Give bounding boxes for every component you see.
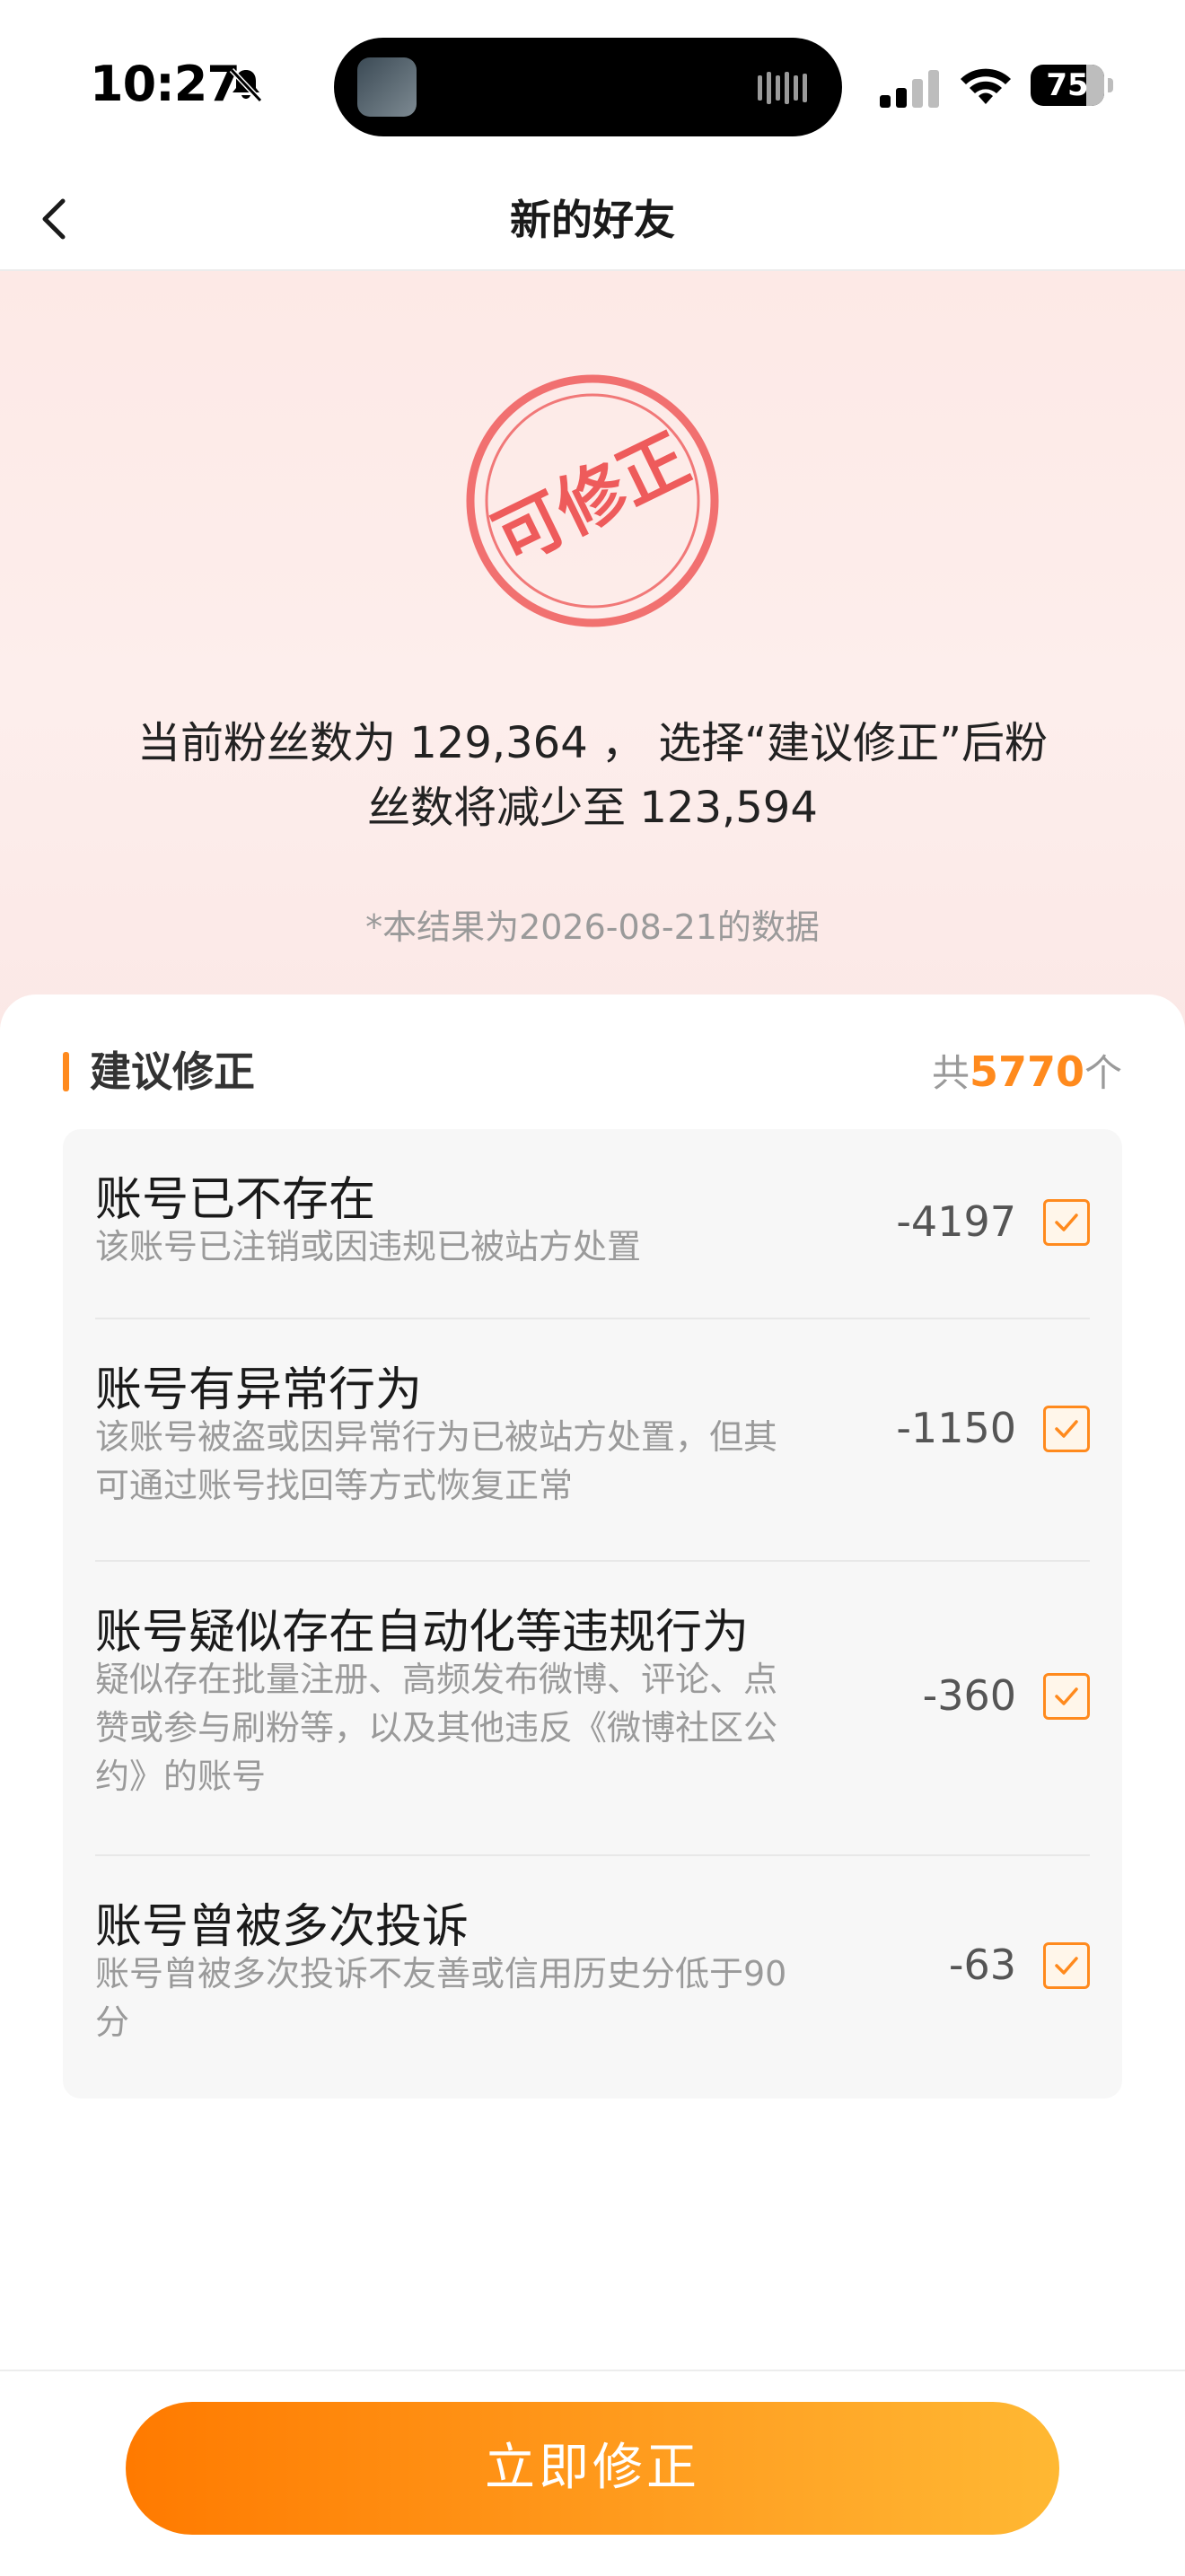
item-description: 该账号被盗或因异常行为已被站方处置，但其 可通过账号找回等方式恢复正常 — [95, 1417, 778, 1505]
follower-summary: 当前粉丝数为 129,364 ， 选择“建议修正”后粉 丝数将减少至 123,5… — [81, 711, 1104, 840]
dynamic-island — [334, 38, 842, 136]
item-count: -1150 — [896, 1404, 1016, 1452]
section-accent-bar — [63, 1052, 69, 1091]
item-count: -360 — [922, 1671, 1016, 1720]
bell-slash-icon — [229, 67, 263, 103]
item-title: 账号有异常行为 — [95, 1363, 423, 1417]
list-item[interactable]: 账号曾被多次投诉 账号曾被多次投诉不友善或信用历史分低于90 分 -63 — [95, 1888, 1090, 2059]
item-checkbox[interactable] — [1043, 1673, 1090, 1720]
item-title: 账号已不存在 — [95, 1173, 376, 1227]
item-title: 账号疑似存在自动化等违规行为 — [95, 1606, 750, 1660]
suggestion-list: 账号已不存在 该账号已注销或因违规已被站方处置 -4197 账号有异常行为 该账… — [63, 1129, 1122, 2098]
fix-now-button[interactable]: 立即修正 — [126, 2402, 1059, 2535]
section-header: 建议修正 共5770个 — [63, 1045, 1122, 1099]
suggestion-card: 建议修正 共5770个 账号已不存在 该账号已注销或因违规已被站方处置 -419… — [0, 994, 1185, 2341]
item-checkbox[interactable] — [1043, 1942, 1090, 1989]
battery-icon: 75 — [1031, 65, 1113, 106]
item-count: -63 — [948, 1941, 1016, 1989]
list-item[interactable]: 账号疑似存在自动化等违规行为 疑似存在批量注册、高频发布微博、评论、点 赞或参与… — [95, 1594, 1090, 1818]
divider — [95, 1854, 1090, 1856]
checkmark-icon — [1055, 1214, 1078, 1231]
data-date-note: *本结果为2026-08-21的数据 — [365, 907, 820, 947]
item-count: -4197 — [896, 1197, 1016, 1246]
total-count: 共5770个 — [932, 1045, 1122, 1100]
summary-line-1: 当前粉丝数为 129,364 ， 选择“建议修正”后粉 — [136, 718, 1048, 768]
audio-waveform-icon — [758, 72, 807, 104]
cellular-signal-icon — [880, 70, 939, 108]
wifi-icon — [961, 68, 1011, 104]
status-bar: 10:27 75 — [0, 0, 1185, 171]
total-suffix: 个 — [1084, 1051, 1122, 1095]
checkmark-icon — [1055, 1687, 1078, 1705]
chevron-left-icon[interactable] — [20, 183, 92, 255]
list-item[interactable]: 账号有异常行为 该账号被盗或因异常行为已被站方处置，但其 可通过账号找回等方式恢… — [95, 1352, 1090, 1522]
item-description: 账号曾被多次投诉不友善或信用历史分低于90 分 — [95, 1954, 787, 2042]
item-checkbox[interactable] — [1043, 1406, 1090, 1452]
total-prefix: 共 — [931, 1051, 970, 1095]
bottom-action-bar: 立即修正 — [0, 2370, 1185, 2576]
status-time: 10:27 — [90, 56, 241, 112]
section-title: 建议修正 — [90, 1047, 255, 1096]
total-number: 5770 — [969, 1047, 1084, 1096]
now-playing-thumbnail — [357, 57, 417, 117]
checkmark-icon — [1055, 1957, 1078, 1975]
divider — [95, 1318, 1090, 1319]
correctable-stamp: 可修正 — [466, 374, 719, 627]
page-title: 新的好友 — [510, 196, 675, 244]
summary-line-2: 丝数将减少至 123,594 — [367, 783, 818, 833]
item-checkbox[interactable] — [1043, 1199, 1090, 1246]
item-title: 账号曾被多次投诉 — [95, 1900, 470, 1954]
item-description: 疑似存在批量注册、高频发布微博、评论、点 赞或参与刷粉等，以及其他违反《微博社区… — [95, 1660, 778, 1796]
battery-percent: 75 — [1046, 67, 1089, 103]
nav-bar: 新的好友 — [0, 171, 1185, 271]
summary-hero: 可修正 当前粉丝数为 129,364 ， 选择“建议修正”后粉 丝数将减少至 1… — [0, 271, 1185, 1043]
divider — [95, 1560, 1090, 1562]
list-item[interactable]: 账号已不存在 该账号已注销或因违规已被站方处置 -4197 — [95, 1161, 1090, 1278]
checkmark-icon — [1055, 1420, 1078, 1438]
item-description: 该账号已注销或因违规已被站方处置 — [95, 1227, 642, 1266]
